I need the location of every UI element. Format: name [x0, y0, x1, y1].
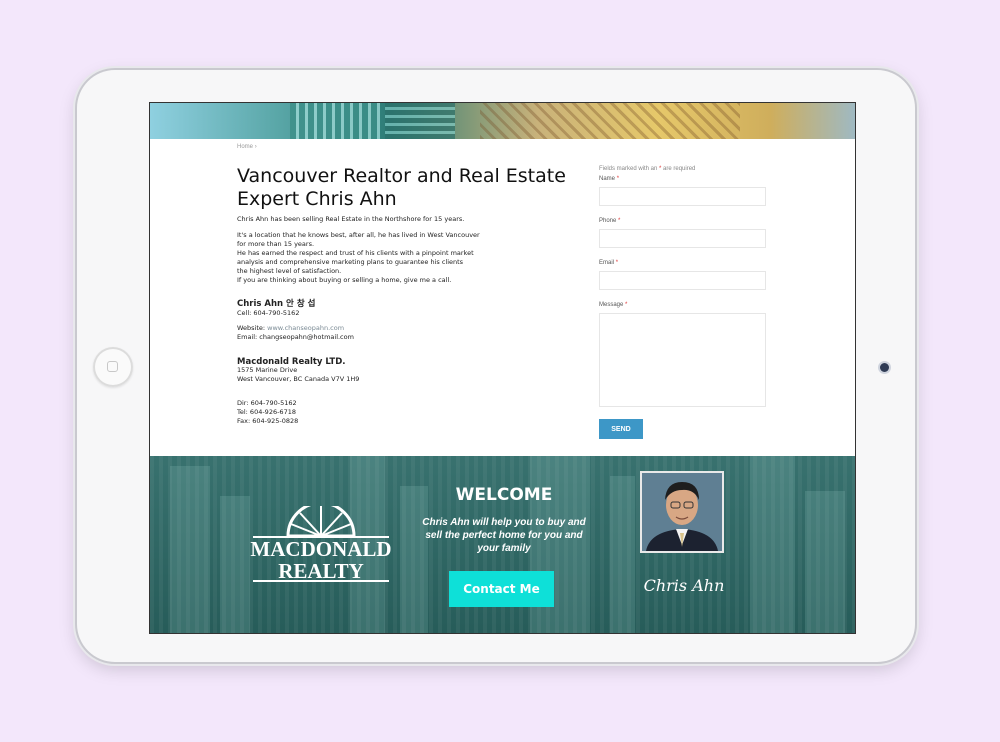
note-suffix: are required [661, 166, 696, 172]
agent-email: Email: changseopahn@hotmail.com [237, 333, 354, 341]
home-button[interactable] [93, 347, 133, 387]
tagline-text: Chris Ahn will help you to buy and sell … [422, 517, 586, 554]
phone-label-text: Phone [599, 218, 617, 224]
screen: Home › Vancouver Realtor and Real Estate… [149, 102, 856, 634]
contact-me-button[interactable]: Contact Me [449, 571, 554, 607]
welcome-heading: WELCOME [455, 485, 553, 505]
required-star: * [616, 176, 620, 182]
email-label: Email * [599, 260, 618, 266]
email-input[interactable] [599, 271, 766, 290]
required-star: * [618, 218, 621, 224]
required-star: * [615, 260, 619, 266]
office-address-2: West Vancouver, BC Canada V7V 1H9 [237, 375, 360, 383]
name-label: Name * [599, 176, 619, 182]
footer-banner: MACDONALD REALTY WELCOME Chris Ahn will … [150, 456, 855, 633]
intro-text: Chris Ahn has been selling Real Estate i… [237, 215, 465, 223]
hero-banner-image [150, 103, 855, 139]
agent-photo-image [642, 473, 722, 551]
breadcrumb: Home › [237, 144, 257, 150]
agent-name: Chris Ahn 안 창 섭 [237, 299, 316, 309]
body-line: the highest level of satisfaction. [237, 267, 342, 275]
office-fax: Fax: 604-925-0828 [237, 417, 299, 425]
message-textarea[interactable] [599, 313, 766, 407]
body-line: If you are thinking about buying or sell… [237, 276, 452, 284]
logo-line-2: REALTY [278, 559, 364, 583]
website-label: Website: [237, 324, 268, 332]
body-line: He has earned the respect and trust of h… [237, 249, 474, 257]
form-required-note: Fields marked with an * are required [599, 166, 695, 172]
home-square-icon [107, 361, 118, 372]
body-line: It's a location that he knows best, afte… [237, 231, 480, 239]
email-label-text: Email [599, 260, 615, 266]
macdonald-realty-logo: MACDONALD REALTY [250, 506, 392, 583]
name-label-text: Name [599, 176, 616, 182]
agent-cell: Cell: 604-790-5162 [237, 309, 300, 317]
required-star: * [625, 302, 628, 308]
logo-line-1: MACDONALD [250, 537, 391, 561]
agent-website: Website: www.chanseopahn.com [237, 324, 344, 333]
name-input[interactable] [599, 187, 766, 206]
phone-input[interactable] [599, 229, 766, 248]
signature-text: Chris Ahn [644, 576, 724, 595]
note-prefix: Fields marked with an [599, 166, 660, 172]
office-tel: Tel: 604-926-6718 [237, 408, 296, 416]
body-text: It's a location that he knows best, afte… [237, 231, 480, 285]
website-link[interactable]: www.chanseopahn.com [267, 324, 344, 332]
message-label-text: Message [599, 302, 624, 308]
agent-portrait [640, 471, 724, 553]
office-dir: Dir: 604-790-5162 [237, 399, 297, 407]
breadcrumb-separator: › [254, 144, 257, 150]
page-title: Vancouver Realtor and Real Estate Expert… [237, 165, 566, 210]
office-address-1: 1575 Marine Drive [237, 366, 298, 374]
signature-image: Chris Ahn [644, 574, 725, 602]
breadcrumb-home-link[interactable]: Home [237, 144, 253, 150]
body-line: for more than 15 years. [237, 240, 315, 248]
message-label: Message * [599, 302, 627, 308]
phone-label: Phone * [599, 218, 620, 224]
send-button[interactable]: SEND [599, 419, 643, 439]
body-line: analysis and comprehensive marketing pla… [237, 258, 464, 266]
camera-icon [880, 363, 889, 372]
signature-svg: Chris Ahn [644, 576, 725, 595]
